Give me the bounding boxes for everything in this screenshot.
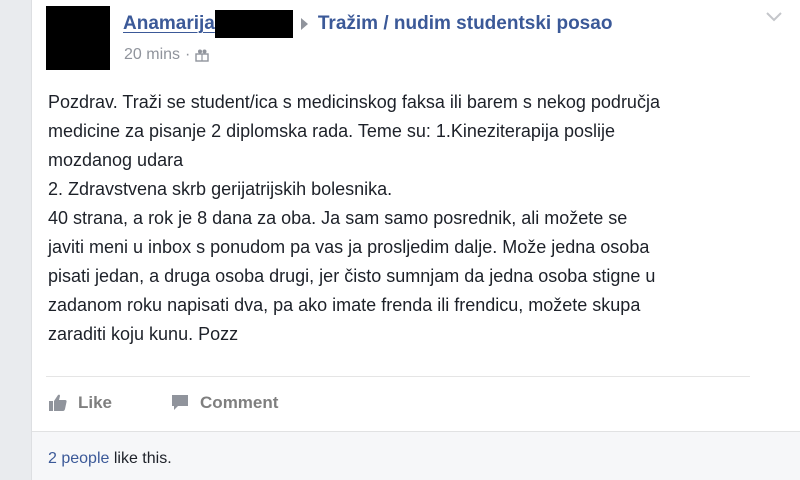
author-name-link[interactable]: Anamarija	[123, 13, 215, 35]
post-actions: Like Comment	[48, 388, 336, 418]
likes-summary-bar: 2 people like this.	[32, 431, 800, 480]
thumbs-up-icon	[49, 394, 67, 411]
likes-summary: 2 people like this.	[48, 450, 172, 468]
avatar-redacted[interactable]	[46, 6, 110, 70]
meta-separator: ·	[185, 46, 191, 63]
name-redaction	[214, 10, 293, 38]
like-button[interactable]: Like	[48, 393, 112, 413]
post-meta: 20 mins ·	[124, 46, 210, 64]
post-card: Anamarija Tražim / nudim studentski posa…	[31, 0, 800, 480]
comment-label: Comment	[200, 393, 279, 412]
actions-divider	[46, 376, 750, 377]
likes-suffix: like this.	[109, 450, 172, 467]
triangle-right-icon	[300, 18, 308, 30]
group-name-link[interactable]: Tražim / nudim studentski posao	[318, 13, 613, 35]
like-label: Like	[78, 393, 113, 412]
group-icon[interactable]	[195, 48, 210, 62]
comment-button[interactable]: Comment	[170, 393, 278, 413]
post-header: Anamarija Tražim / nudim studentski posa…	[123, 10, 612, 38]
likers-link[interactable]: 2 people	[48, 450, 109, 467]
chevron-down-icon[interactable]	[764, 10, 784, 24]
post-timestamp[interactable]: 20 mins	[124, 46, 180, 64]
comment-icon	[172, 395, 189, 410]
post-body-text: Pozdrav. Traži se student/ica s medicins…	[48, 92, 660, 344]
